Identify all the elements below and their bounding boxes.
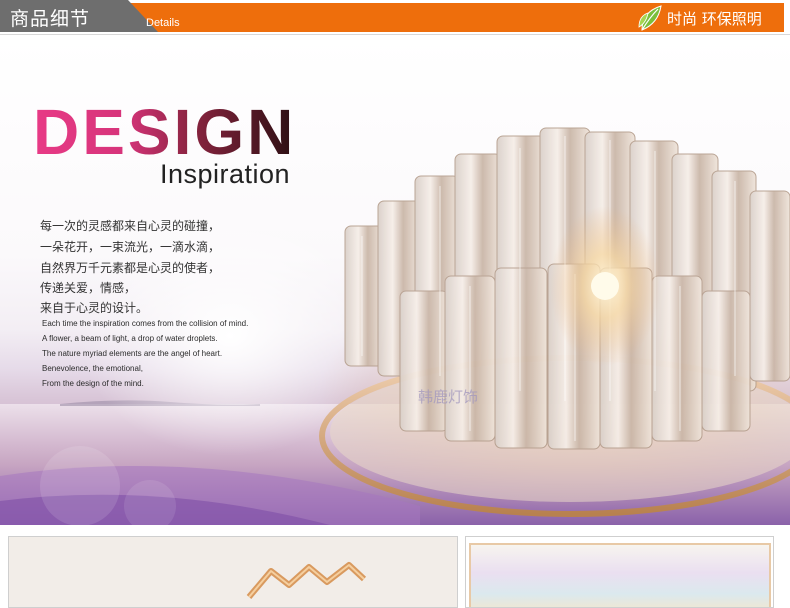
hero-subtitle: Inspiration xyxy=(160,159,291,189)
hero-cn-line: 来自于心灵的设计。 xyxy=(40,301,149,315)
photo-frame xyxy=(469,543,771,607)
gold-frame-image xyxy=(246,562,367,599)
brand-watermark: 韩鹿灯饰 xyxy=(418,388,479,406)
crystal-chandelier-image xyxy=(319,127,790,517)
hero-cn-line: 传递关爱，情感， xyxy=(40,281,137,295)
hero-cn-line: 一朵花开，一束流光，一滴水滴， xyxy=(40,240,221,254)
header-slogan: 时尚 环保照明 xyxy=(667,10,762,28)
leaf-icon xyxy=(638,5,662,31)
hero-banner: DESIGN Inspiration 每一次的灵感都来自心灵的碰撞， 一朵花开，… xyxy=(0,36,790,525)
product-detail-photo-right xyxy=(465,536,774,608)
header-subtitle: Details xyxy=(146,17,180,29)
hero-en-line: The nature myriad elements are the angel… xyxy=(42,349,223,358)
hero-en-line: From the design of the mind. xyxy=(42,379,144,388)
hero-cn-line: 自然界万千元素都是心灵的使者， xyxy=(40,261,221,275)
hero-title: DESIGN xyxy=(33,96,297,168)
header-divider xyxy=(0,34,790,35)
header-title: 商品细节 xyxy=(10,8,91,30)
hero-en-line: A flower, a beam of light, a drop of wat… xyxy=(42,334,218,343)
product-detail-photo-left xyxy=(8,536,458,608)
hero-en-line: Each time the inspiration comes from the… xyxy=(42,319,249,328)
hero-cn-line: 每一次的灵感都来自心灵的碰撞， xyxy=(40,219,221,233)
section-header: 商品细节 Details 时尚 环保照明 xyxy=(0,0,790,35)
hero-en-line: Benevolence, the emotional, xyxy=(42,364,143,373)
bokeh-circle xyxy=(40,446,120,525)
